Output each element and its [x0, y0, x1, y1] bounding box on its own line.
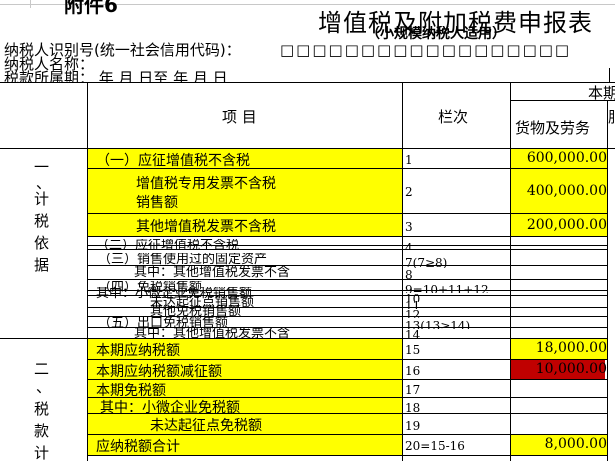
row-amount[interactable]: 8,000.00 [511, 436, 613, 452]
row-line-number: 14 [405, 328, 421, 338]
row-item-label: 其中：其他增值税发票不含 [134, 266, 291, 279]
row-line-number: 1 [405, 153, 413, 167]
row-item-label: 本期应纳税额 [96, 343, 180, 359]
row-line-number: 20=15-16 [405, 439, 465, 453]
row-item-label-line2: 销售额 [136, 195, 178, 211]
row-item-label: 未达起征点免税额 [150, 418, 262, 434]
row-amount[interactable]: 400,000.00 [511, 183, 613, 199]
section2-char: 计 [34, 444, 50, 462]
section2-label: 二 、 税 款 计 [0, 338, 87, 462]
row-border [87, 279, 607, 280]
row-amount[interactable]: 18,000.00 [511, 340, 613, 356]
row-border [87, 236, 607, 237]
taxpayer-id-boxes[interactable]: □□□□□□□□□□□□□□□□□□ [280, 42, 615, 58]
section2-char: 税 [34, 400, 50, 418]
row-item-label: （一）应征增值税不含税 [96, 153, 250, 169]
row-number-column [0, 0, 31, 8]
row-amount[interactable]: 10,000.00 [511, 361, 613, 377]
col-border-line [402, 82, 403, 461]
section1-char: 税 [34, 212, 50, 230]
row-line-number: 19 [405, 419, 421, 433]
row-line-number: 15 [405, 343, 421, 357]
section1-char: 计 [34, 190, 50, 208]
section2-char: 款 [34, 422, 50, 440]
row-amount[interactable]: 200,000.00 [511, 217, 613, 233]
row-line-number: 17 [405, 383, 421, 397]
row-line-number: 16 [405, 364, 421, 378]
row-item-label: 本期应纳税额减征额 [96, 364, 222, 380]
row-item-label: 增值税专用发票不含税 [136, 176, 276, 192]
row-line-number: 7(7≥8) [405, 256, 448, 268]
section1-char: 依 [34, 234, 50, 252]
tax-period-label: 税款所属期： 年 月 日至 年 月 日 [4, 70, 228, 82]
annex-label: 附件6 [64, 0, 118, 16]
header-current-period: 本期 [588, 84, 615, 102]
header-service-partial: 服务 [608, 106, 615, 127]
row-line-number: 2 [405, 185, 413, 199]
header-goods-services: 货物及劳务 [515, 119, 591, 137]
row-border [87, 249, 607, 250]
header-line-number: 栏次 [438, 108, 469, 126]
table-top-border [0, 82, 615, 83]
row-border [87, 245, 607, 246]
right-edge-mark [609, 68, 610, 82]
section2-char: 、 [36, 378, 52, 396]
row-border [87, 455, 607, 456]
row-line-number: 3 [405, 220, 413, 234]
col-border-goods [510, 82, 511, 461]
row-item-label: 其中：其他增值税发票不含 [134, 327, 291, 338]
row-item-label: 应纳税额合计 [96, 439, 180, 455]
row-item-label: （二）应征增值税不含税 [96, 239, 240, 249]
row-amount[interactable]: 600,000.00 [511, 150, 613, 166]
header-item: 项 目 [222, 108, 257, 126]
row-item-label: 其他增值税发票不含税 [136, 219, 276, 235]
section1-label: 一 、 计 税 依 据 [0, 148, 87, 338]
section1-char: 据 [34, 256, 50, 274]
form-subtitle: （小规模纳税人适用） [366, 26, 506, 42]
